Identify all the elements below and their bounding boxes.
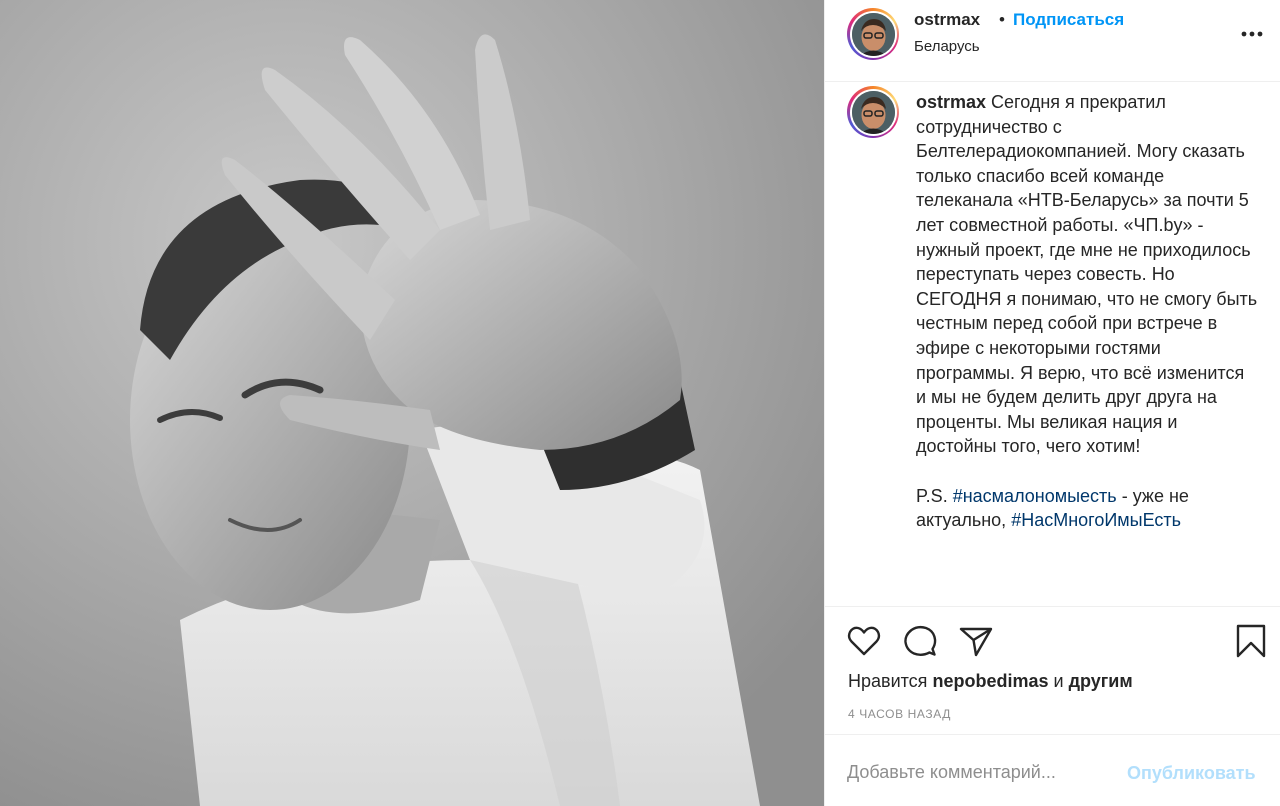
post-caption-section: ostrmax Сегодня я прекратил сотрудничест…	[825, 82, 1280, 606]
post-photo[interactable]	[0, 0, 824, 806]
caption-username[interactable]: ostrmax	[916, 92, 986, 112]
post-details-panel: ostrmax • Подписаться Беларусь ostrmax С…	[824, 0, 1280, 806]
caption-text: Сегодня я прекратил сотрудничество с Бел…	[916, 92, 1258, 457]
header-separator: •	[999, 10, 1005, 29]
avatar-icon	[851, 12, 895, 56]
post-header: ostrmax • Подписаться Беларусь	[825, 0, 1280, 82]
avatar-icon	[851, 90, 895, 134]
paper-plane-icon[interactable]	[959, 625, 993, 657]
header-username[interactable]: ostrmax	[914, 10, 980, 30]
caption-ps-prefix: P.S.	[916, 485, 948, 506]
post-actions: Нравится nepobedimas и другим 4 часов на…	[825, 606, 1280, 734]
comment-input[interactable]	[847, 759, 1107, 785]
post-timestamp[interactable]: 4 часов назад	[848, 707, 951, 721]
follow-button[interactable]: Подписаться	[1013, 10, 1124, 30]
likes-prefix: Нравится	[848, 671, 928, 691]
header-avatar[interactable]	[847, 8, 899, 60]
comment-icon[interactable]	[903, 625, 937, 657]
more-horizontal-icon[interactable]	[1239, 24, 1265, 44]
caption-avatar[interactable]	[847, 86, 899, 138]
likes-others-link[interactable]: другим	[1069, 671, 1133, 691]
bookmark-icon[interactable]	[1235, 624, 1267, 658]
photo-illustration	[0, 0, 824, 806]
likes-summary: Нравится nepobedimas и другим	[848, 671, 1133, 692]
likes-conjunction: и	[1053, 671, 1064, 691]
likes-user-link[interactable]: nepobedimas	[932, 671, 1048, 691]
heart-icon[interactable]	[847, 625, 881, 657]
post-caption: ostrmax Сегодня я прекратил сотрудничест…	[916, 90, 1258, 533]
header-location[interactable]: Беларусь	[914, 38, 980, 55]
hashtag-link[interactable]: #НасМногоИмыЕсть	[1011, 510, 1181, 530]
hashtag-link[interactable]: #насмалономыесть	[953, 486, 1117, 506]
instagram-post: ostrmax • Подписаться Беларусь ostrmax С…	[0, 0, 1280, 806]
add-comment-bar: Опубликовать	[825, 734, 1280, 806]
publish-button[interactable]: Опубликовать	[1127, 763, 1256, 784]
